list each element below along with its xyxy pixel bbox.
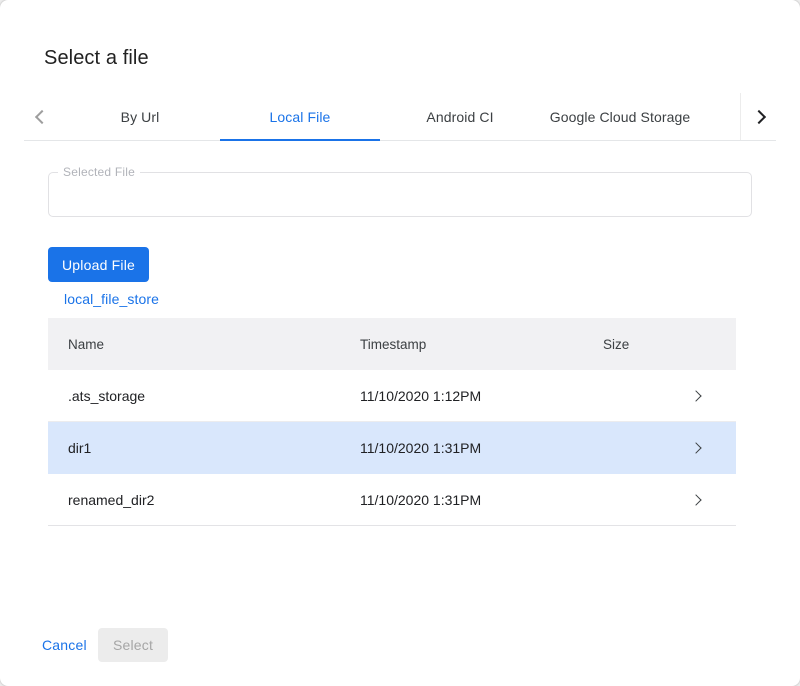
column-header-size: Size bbox=[603, 337, 690, 352]
tab-bar: By Url Local File Android CI Google Clou… bbox=[24, 93, 776, 141]
table-header-row: Name Timestamp Size bbox=[48, 318, 736, 370]
chevron-right-icon[interactable] bbox=[690, 442, 701, 453]
selected-file-label: Selected File bbox=[58, 165, 140, 179]
selected-file-field: Selected File bbox=[48, 172, 752, 217]
upload-file-button[interactable]: Upload File bbox=[48, 247, 149, 282]
chevron-right-icon[interactable] bbox=[690, 494, 701, 505]
selected-file-input[interactable] bbox=[49, 173, 751, 216]
dialog-title: Select a file bbox=[44, 47, 149, 70]
chevron-right-icon[interactable] bbox=[690, 390, 701, 401]
file-timestamp: 11/10/2020 1:31PM bbox=[360, 440, 603, 456]
chevron-right-icon bbox=[751, 109, 765, 123]
tab-google-cloud-storage[interactable]: Google Cloud Storage bbox=[540, 93, 700, 140]
tab-scroll-right-button[interactable] bbox=[740, 93, 776, 140]
select-button[interactable]: Select bbox=[98, 628, 168, 662]
tab-list: By Url Local File Android CI Google Clou… bbox=[60, 93, 700, 140]
tab-local-file[interactable]: Local File bbox=[220, 93, 380, 140]
file-name: .ats_storage bbox=[48, 388, 360, 404]
table-row[interactable]: .ats_storage 11/10/2020 1:12PM bbox=[48, 370, 736, 422]
column-header-name: Name bbox=[48, 337, 360, 352]
breadcrumb-local-file-store[interactable]: local_file_store bbox=[64, 291, 159, 307]
table-row[interactable]: renamed_dir2 11/10/2020 1:31PM bbox=[48, 474, 736, 526]
file-table: Name Timestamp Size .ats_storage 11/10/2… bbox=[48, 318, 736, 526]
chevron-left-icon bbox=[35, 109, 49, 123]
table-row-selected[interactable]: dir1 11/10/2020 1:31PM bbox=[48, 422, 736, 474]
tab-by-url[interactable]: By Url bbox=[60, 93, 220, 140]
file-timestamp: 11/10/2020 1:12PM bbox=[360, 388, 603, 404]
column-header-timestamp: Timestamp bbox=[360, 337, 603, 352]
file-name: renamed_dir2 bbox=[48, 492, 360, 508]
tab-scroll-left-button[interactable] bbox=[24, 93, 60, 140]
active-tab-indicator bbox=[220, 139, 380, 141]
cancel-button[interactable]: Cancel bbox=[24, 628, 105, 662]
file-name: dir1 bbox=[48, 440, 360, 456]
select-file-dialog: Select a file By Url Local File Android … bbox=[0, 0, 800, 686]
file-timestamp: 11/10/2020 1:31PM bbox=[360, 492, 603, 508]
tab-android-ci[interactable]: Android CI bbox=[380, 93, 540, 140]
